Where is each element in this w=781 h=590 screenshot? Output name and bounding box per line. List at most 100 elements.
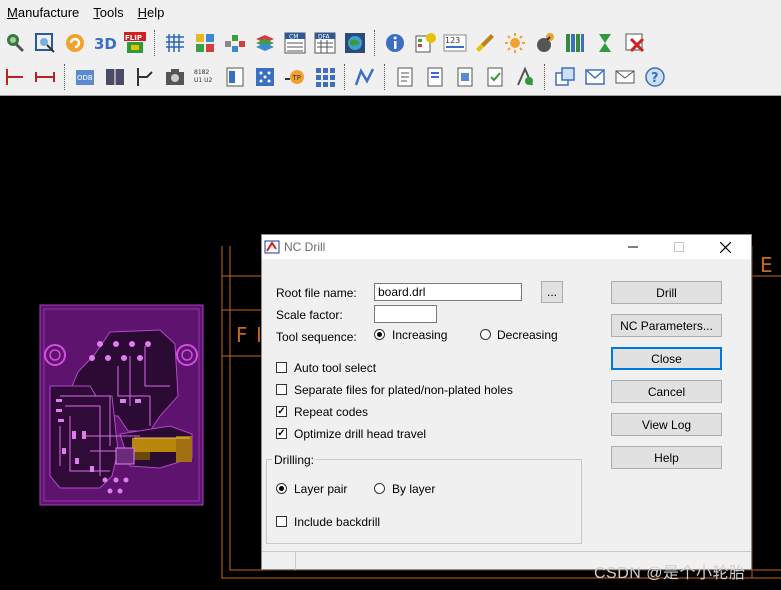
windows-icon[interactable]	[550, 62, 580, 92]
optimize-checkbox[interactable]: ✓	[276, 428, 287, 439]
drilling-groupbox	[266, 459, 582, 544]
bars-icon[interactable]	[560, 28, 590, 58]
include-backdrill-checkbox[interactable]	[276, 516, 287, 527]
toolbar-row-1: 3D FLIP CM DFA 123	[0, 26, 686, 60]
increasing-label: Increasing	[392, 328, 448, 342]
svg-text:DFA: DFA	[318, 34, 331, 41]
measure-icon[interactable]	[30, 62, 60, 92]
svg-text:FLIP: FLIP	[125, 34, 142, 42]
dfa-icon[interactable]: DFA	[310, 28, 340, 58]
root-file-label: Root file name:	[276, 286, 357, 300]
menu-manufacture[interactable]: Manufacture	[0, 5, 86, 20]
cm-icon[interactable]: CM	[280, 28, 310, 58]
report-icon[interactable]	[410, 28, 440, 58]
globe-icon[interactable]	[340, 28, 370, 58]
maximize-button[interactable]	[656, 235, 702, 259]
help-button[interactable]: Help	[611, 446, 722, 469]
layer-pair-label: Layer pair	[294, 482, 348, 496]
svg-text:TP: TP	[292, 74, 302, 82]
svg-text:ODB: ODB	[77, 74, 93, 82]
svg-text:U1 U2: U1 U2	[194, 77, 213, 84]
minimize-button[interactable]	[610, 235, 656, 259]
view-log-button[interactable]: View Log	[611, 413, 722, 436]
mail-icon[interactable]	[610, 62, 640, 92]
doc-3-icon[interactable]	[450, 62, 480, 92]
repeat-codes-checkbox[interactable]: ✓	[276, 406, 287, 417]
separate-files-checkbox[interactable]	[276, 384, 287, 395]
undo-icon[interactable]	[60, 28, 90, 58]
sun-icon[interactable]	[500, 28, 530, 58]
dialog-title-bar: NC Drill	[262, 235, 751, 259]
drill-dots-icon[interactable]	[250, 62, 280, 92]
watermark: CSDN @是个小轮胎	[594, 565, 746, 582]
send-icon[interactable]	[580, 62, 610, 92]
doc-5-icon[interactable]	[510, 62, 540, 92]
array-icon[interactable]	[310, 62, 340, 92]
drill-button[interactable]: Drill	[611, 281, 722, 304]
svg-text:?: ?	[651, 71, 659, 86]
component-grid-icon[interactable]	[190, 28, 220, 58]
camera-icon[interactable]	[160, 62, 190, 92]
include-backdrill-label: Include backdrill	[294, 515, 381, 529]
root-file-input[interactable]: board.drl	[374, 283, 522, 301]
cut-icon[interactable]	[130, 62, 160, 92]
auto-tool-select-checkbox[interactable]	[276, 362, 287, 373]
close-window-button[interactable]	[702, 235, 748, 259]
drilling-group-title: Drilling:	[272, 453, 317, 467]
status-cell	[262, 552, 296, 570]
3d-view-icon[interactable]: 3D	[90, 28, 120, 58]
wrench-icon[interactable]	[0, 28, 30, 58]
decreasing-radio[interactable]	[480, 329, 491, 340]
nc-parameters-button[interactable]: NC Parameters...	[611, 314, 722, 337]
toolbar-separator	[344, 64, 346, 90]
layer-stack-icon[interactable]	[250, 28, 280, 58]
cancel-button[interactable]: Cancel	[611, 380, 722, 403]
menu-tools[interactable]: Tools	[86, 5, 130, 20]
browse-button[interactable]: ...	[541, 281, 563, 303]
doc-4-icon[interactable]	[480, 62, 510, 92]
toolbar-separator	[384, 64, 386, 90]
close-icon	[719, 241, 731, 253]
doc-2-icon[interactable]	[420, 62, 450, 92]
toolbar-separator	[64, 64, 66, 90]
help-icon[interactable]: ?	[640, 62, 670, 92]
toolbar-area: 3D FLIP CM DFA 123 ODB 8182 U1 U2 TP ?	[0, 24, 781, 96]
scale-factor-input[interactable]	[374, 305, 437, 323]
route-icon[interactable]	[350, 62, 380, 92]
dimension-icon[interactable]	[0, 62, 30, 92]
frame-letter-f: F	[236, 323, 248, 347]
close-button[interactable]: Close	[611, 347, 722, 370]
increasing-radio[interactable]	[374, 329, 385, 340]
tool-sequence-label: Tool sequence:	[276, 330, 357, 344]
flip-view-icon[interactable]: FLIP	[120, 28, 150, 58]
grid-icon[interactable]	[160, 28, 190, 58]
delete-image-icon[interactable]	[620, 28, 650, 58]
toolbar-separator	[154, 30, 156, 56]
book-icon[interactable]	[100, 62, 130, 92]
menu-help[interactable]: Help	[131, 5, 172, 20]
frame-letter-e: E	[760, 253, 773, 277]
testpoint-icon[interactable]: TP	[280, 62, 310, 92]
svg-text:8182: 8182	[194, 69, 209, 76]
component-icon[interactable]	[220, 62, 250, 92]
app-icon	[264, 240, 280, 254]
layer-pair-radio[interactable]	[276, 483, 287, 494]
zoom-fit-icon[interactable]	[30, 28, 60, 58]
brush-icon[interactable]	[470, 28, 500, 58]
by-layer-radio[interactable]	[374, 483, 385, 494]
dialog-title: NC Drill	[284, 240, 326, 254]
hourglass-icon[interactable]	[590, 28, 620, 58]
odb-export-icon[interactable]: ODB	[70, 62, 100, 92]
repeat-codes-label: Repeat codes	[294, 405, 369, 419]
numbering-123-icon[interactable]: 123	[440, 28, 470, 58]
toolbar-separator	[544, 64, 546, 90]
info-icon[interactable]	[380, 28, 410, 58]
bomb-icon[interactable]	[530, 28, 560, 58]
by-layer-label: By layer	[392, 482, 436, 496]
optimize-label: Optimize drill head travel	[294, 427, 427, 441]
nc-drill-dialog: NC Drill Root file name: board.drl ... S…	[261, 234, 752, 570]
pin-names-icon[interactable]: 8182 U1 U2	[190, 62, 220, 92]
placement-icon[interactable]	[220, 28, 250, 58]
doc-1-icon[interactable]	[390, 62, 420, 92]
toolbar-separator	[374, 30, 376, 56]
